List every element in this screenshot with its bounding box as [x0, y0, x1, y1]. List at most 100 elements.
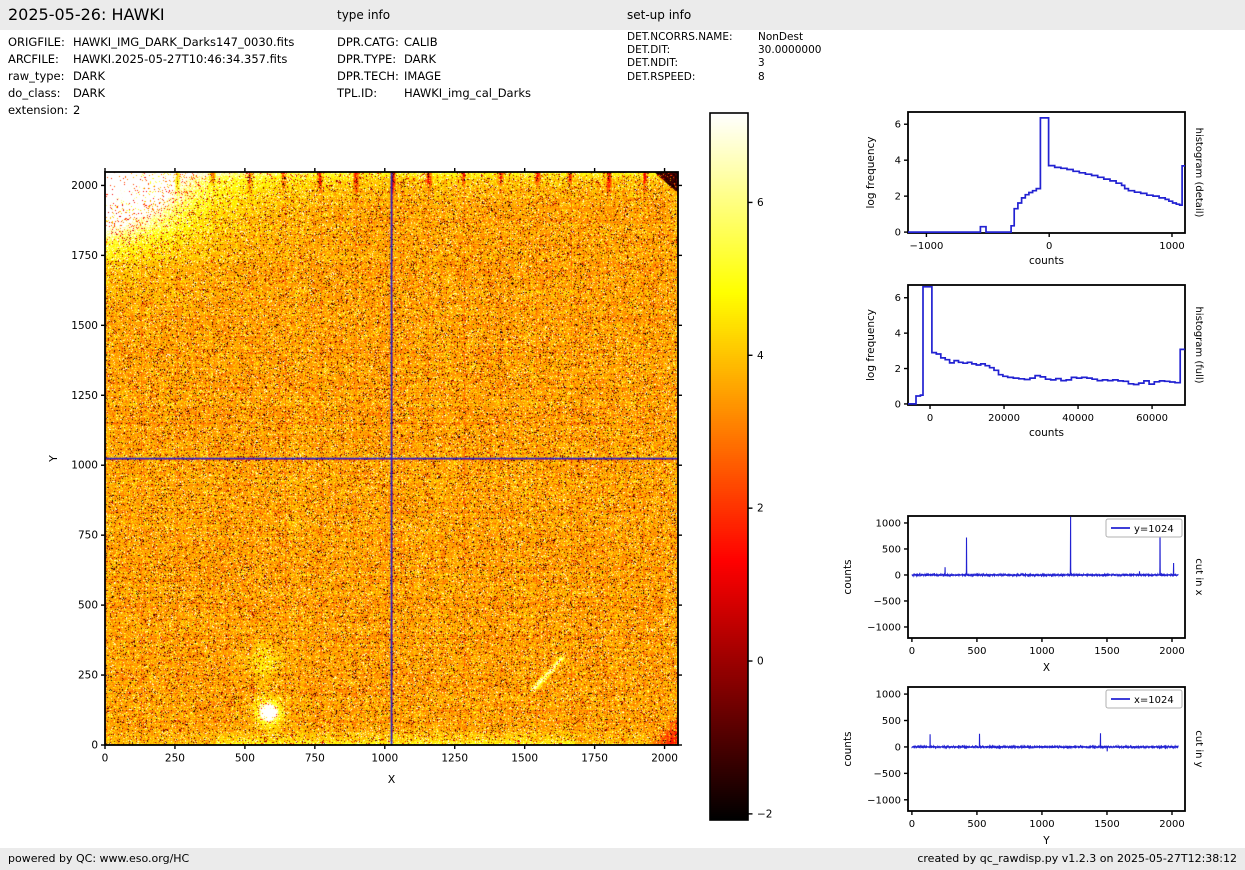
- y-tick-label: 0: [895, 228, 901, 239]
- x-tick-label: 60000: [1136, 413, 1168, 424]
- legend-box: [1105, 689, 1183, 709]
- cut-y-legend: x=1024: [1105, 689, 1183, 709]
- x-tick-label: 1750: [581, 753, 608, 765]
- metadata-row: DPR.TECH: IMAGE: [337, 68, 531, 85]
- header-bar: 2025-05-26: HAWKI type info set-up info: [0, 0, 1245, 30]
- y-tick-label: 2: [895, 364, 901, 375]
- y-tick-label: 1250: [71, 390, 98, 402]
- metadata-row: TPL.ID: HAWKI_img_cal_Darks: [337, 85, 531, 102]
- metadata-row: ARCFILE: HAWKI.2025-05-27T10:46:34.357.fi…: [8, 51, 294, 68]
- footer-right-text: created by qc_rawdisp.py v1.2.3 on 2025-…: [917, 852, 1237, 865]
- metadata-row: DPR.TYPE: DARK: [337, 51, 531, 68]
- colorbar-tick-label: 0: [757, 656, 764, 668]
- histogram-full-side-label: histogram (full): [1193, 306, 1204, 383]
- y-tick-label: 6: [895, 293, 901, 304]
- metadata-value: NonDest: [758, 31, 804, 43]
- metadata-value: DARK: [404, 52, 437, 66]
- x-tick-label: 0: [909, 819, 915, 830]
- histogram-full-axes-box: [907, 284, 1186, 406]
- y-tick-label: 500: [882, 716, 901, 727]
- metadata-label: DET.NDIT:: [627, 57, 679, 70]
- metadata-value: 8: [758, 70, 765, 83]
- y-tick-label: 500: [882, 544, 901, 555]
- metadata-label: DPR.CATG:: [337, 35, 399, 49]
- histogram-detail-series: [908, 117, 1185, 233]
- cut-y-side-label: cut in y: [1193, 730, 1204, 767]
- cut-y-plot: 0 500 1000 1500 2000 1000 500 0 −500 −1000 Ycounts…: [842, 686, 1204, 847]
- y-tick-label: 2000: [71, 180, 98, 192]
- file-info-block: ORIGFILE: HAWKI_IMG_DARK_Darks147_0030.fi…: [8, 34, 294, 119]
- metadata-value: HAWKI_IMG_DARK_Darks147_0030.fits: [73, 35, 295, 49]
- metadata-label: DET.NCORRS.NAME:: [627, 31, 733, 43]
- metadata-row: do_class: DARK: [8, 85, 294, 102]
- metadata-value: IMAGE: [404, 69, 442, 83]
- y-tick-label: 6: [895, 120, 901, 131]
- metadata-label: DET.RSPEED:: [627, 70, 696, 83]
- legend-label: x=1024: [1134, 695, 1174, 706]
- legend-box: [1105, 518, 1183, 538]
- x-tick-label: −1000: [910, 241, 944, 252]
- cut-y-ylabel: counts: [842, 731, 854, 766]
- cut-y-axes-box: [907, 686, 1186, 812]
- metadata-value: DARK: [73, 86, 106, 100]
- y-tick-label: 1000: [876, 690, 901, 701]
- legend-label: y=1024: [1134, 524, 1174, 535]
- metadata-value: 30.0000000: [758, 44, 822, 57]
- metadata-label: DPR.TECH:: [337, 69, 399, 83]
- y-tick-label: −500: [874, 769, 901, 780]
- metadata-row: DET.NCORRS.NAME: NonDest: [627, 31, 821, 44]
- y-tick-label: 2: [895, 192, 901, 203]
- y-tick-label: −1000: [867, 795, 901, 806]
- metadata-label: TPL.ID:: [337, 86, 378, 100]
- y-tick-label: 4: [895, 156, 901, 167]
- y-tick-label: 4: [895, 329, 901, 340]
- x-tick-label: 20000: [988, 413, 1020, 424]
- colorbar-tick-label: 2: [757, 503, 764, 515]
- main-image-xlabel: X: [388, 773, 396, 786]
- metadata-value: HAWKI_img_cal_Darks: [404, 86, 531, 100]
- histogram-full-ylabel: log frequency: [865, 309, 877, 381]
- cut-x-plot: 0 500 1000 1500 2000 1000 500 0 −500 −1000 Xcounts…: [842, 515, 1204, 674]
- metadata-label: DPR.TYPE:: [337, 52, 397, 66]
- metadata-label: ORIGFILE:: [8, 35, 65, 49]
- setup-info-block: DET.NCORRS.NAME: NonDest DET.DIT: 30.000000…: [627, 31, 821, 84]
- y-tick-label: −500: [874, 596, 901, 607]
- histogram-detail-plot: −1000 0 1000 0 2 4 6 counts log frequency histogr…: [865, 111, 1204, 267]
- x-tick-label: 1000: [1159, 241, 1184, 252]
- histogram-full-plot: 0 20000 40000 60000 0 2 4 6 counts log frequency h…: [865, 284, 1204, 439]
- y-tick-label: 1000: [876, 518, 901, 529]
- metadata-row: DET.DIT: 30.0000000: [627, 44, 821, 57]
- x-tick-label: 1000: [1029, 646, 1054, 657]
- metadata-row: DET.RSPEED: 8: [627, 71, 821, 84]
- page-title: 2025-05-26: HAWKI: [8, 5, 165, 24]
- type-info-block: DPR.CATG: CALIB DPR.TYPE: DARK DPR.TECH: IMAG…: [337, 34, 531, 102]
- histogram-detail-xlabel: counts: [1029, 255, 1064, 267]
- cut-x-ylabel: counts: [842, 559, 854, 594]
- x-tick-label: 1500: [1094, 819, 1119, 830]
- histogram-full-xlabel: counts: [1029, 427, 1064, 439]
- x-tick-label: 2000: [1159, 646, 1184, 657]
- x-tick-label: 1000: [371, 753, 398, 765]
- histogram-detail-axes-box: [907, 111, 1186, 234]
- cut-y-xlabel: Y: [1042, 835, 1050, 847]
- metadata-label: extension:: [8, 103, 68, 117]
- y-tick-label: 0: [895, 399, 901, 410]
- x-tick-label: 40000: [1062, 413, 1094, 424]
- colorbar-gradient: [710, 113, 748, 820]
- metadata-row: extension: 2: [8, 102, 294, 119]
- colorbar-tick-label: 6: [757, 197, 764, 209]
- footer-bar: powered by QC: www.eso.org/HC created by…: [0, 848, 1245, 870]
- x-tick-label: 500: [967, 646, 986, 657]
- x-tick-label: 250: [165, 753, 185, 765]
- cut-y-series: [911, 733, 1179, 752]
- x-tick-label: 0: [909, 646, 915, 657]
- metadata-label: DET.DIT:: [627, 44, 671, 57]
- y-tick-label: 250: [78, 670, 98, 682]
- x-tick-label: 750: [305, 753, 325, 765]
- x-tick-label: 2000: [1159, 819, 1184, 830]
- x-tick-label: 500: [235, 753, 255, 765]
- metadata-label: do_class:: [8, 86, 61, 100]
- cut-x-axes-box: [907, 515, 1186, 639]
- y-tick-label: 0: [895, 742, 901, 753]
- metadata-row: ORIGFILE: HAWKI_IMG_DARK_Darks147_0030.fi…: [8, 34, 294, 51]
